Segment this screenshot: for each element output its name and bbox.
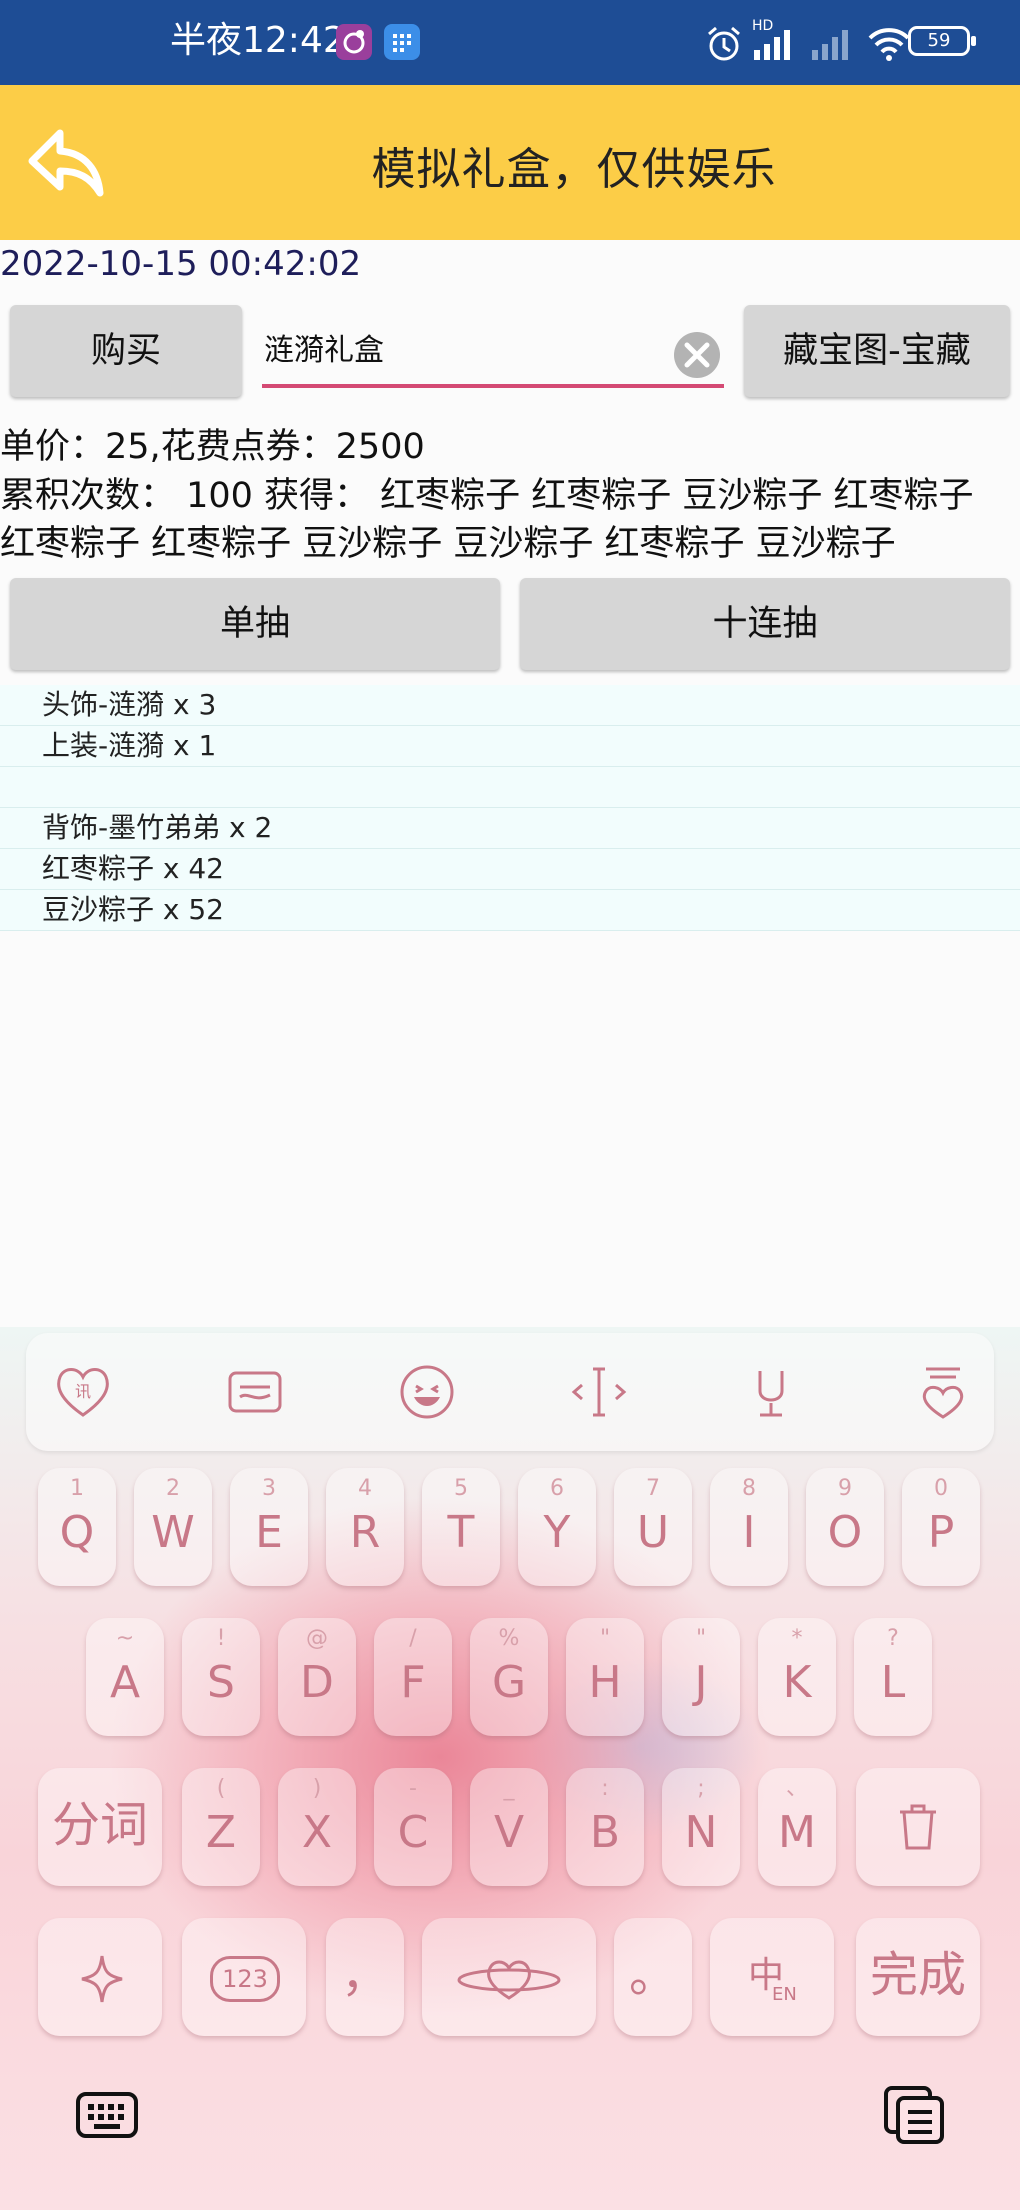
key-z[interactable]: (Z xyxy=(182,1768,260,1886)
key-l[interactable]: ? L xyxy=(854,1618,932,1736)
key-e[interactable]: 3E xyxy=(230,1468,308,1586)
clear-input-icon[interactable] xyxy=(672,330,722,380)
key-x[interactable]: ) X xyxy=(278,1768,356,1886)
treasure-map-button[interactable]: 藏宝图-宝藏 xyxy=(744,305,1010,397)
period-key[interactable]: 。 xyxy=(614,1918,692,2036)
key-y[interactable]: 6Y xyxy=(518,1468,596,1586)
cursor-move-icon[interactable] xyxy=(566,1359,632,1425)
alarm-icon xyxy=(708,26,740,61)
key-j[interactable]: " J xyxy=(662,1618,740,1736)
key-t[interactable]: 5T xyxy=(422,1468,500,1586)
app-notification-icon xyxy=(336,24,372,60)
list-item[interactable]: 背饰-墨竹弟弟 x 2 xyxy=(0,808,1020,849)
title-bar: 模拟礼盒，仅供娱乐 xyxy=(0,85,1020,240)
calendar-app-icon xyxy=(384,24,420,60)
heart-planet-icon xyxy=(457,1960,561,2000)
theme-icon[interactable] xyxy=(910,1359,976,1425)
svg-text:讯: 讯 xyxy=(75,1382,91,1401)
single-draw-button[interactable]: 单抽 xyxy=(10,578,500,670)
input-underline xyxy=(262,384,724,388)
key-i[interactable]: 8I xyxy=(710,1468,788,1586)
language-switch-key[interactable]: 中 EN xyxy=(710,1918,834,2036)
ten-draw-button[interactable]: 十连抽 xyxy=(520,578,1010,670)
space-key[interactable] xyxy=(422,1918,596,2036)
signal-2-icon xyxy=(812,30,848,60)
wifi-icon xyxy=(868,28,910,61)
key-u[interactable]: 7U xyxy=(614,1468,692,1586)
list-item[interactable] xyxy=(0,767,1020,808)
key-s[interactable]: ! S xyxy=(182,1618,260,1736)
key-p[interactable]: 0P xyxy=(902,1468,980,1586)
language-en-label: EN xyxy=(772,1984,797,2005)
battery-indicator: 59 xyxy=(908,26,976,56)
key-q[interactable]: 1Q xyxy=(38,1468,116,1586)
key-w[interactable]: 2W xyxy=(134,1468,212,1586)
emoji-icon[interactable] xyxy=(394,1359,460,1425)
sparkle-key[interactable] xyxy=(38,1918,162,2036)
key-d[interactable]: @ D xyxy=(278,1618,356,1736)
gain-info-line-1: 累积次数： 100 获得： 红枣粽子 红枣粽子 豆沙粽子 红枣粽子 xyxy=(0,476,974,516)
current-datetime: 2022-10-15 00:42:02 xyxy=(0,244,362,284)
delete-key[interactable] xyxy=(856,1768,980,1886)
heart-logo-icon[interactable]: 讯 xyxy=(50,1359,116,1425)
price-info: 单价：25,花费点券：2500 xyxy=(0,427,425,467)
list-item[interactable]: 上装-涟漪 x 1 xyxy=(0,726,1020,767)
segment-key[interactable]: 分词 xyxy=(38,1768,162,1886)
list-item[interactable]: 头饰-涟漪 x 3 xyxy=(0,685,1020,726)
key-c[interactable]: -C xyxy=(374,1768,452,1886)
comma-key[interactable]: ， xyxy=(326,1918,404,2036)
page-title: 模拟礼盒，仅供娱乐 xyxy=(371,144,777,195)
key-n[interactable]: ; N xyxy=(662,1768,740,1886)
key-h[interactable]: " H xyxy=(566,1618,644,1736)
key-m[interactable]: 、 M xyxy=(758,1768,836,1886)
key-g[interactable]: % G xyxy=(470,1618,548,1736)
keyboard-toolbar: 讯 xyxy=(26,1333,994,1451)
gain-info-line-2: 红枣粽子 红枣粽子 豆沙粽子 豆沙粽子 红枣粽子 豆沙粽子 xyxy=(0,524,896,564)
list-item[interactable]: 豆沙粽子 x 52 xyxy=(0,890,1020,931)
sparkle-icon xyxy=(81,1955,123,2003)
number-key[interactable]: 123 xyxy=(182,1918,306,2036)
key-f[interactable]: / F xyxy=(374,1618,452,1736)
signal-icon xyxy=(754,30,790,60)
key-k[interactable]: * K xyxy=(758,1618,836,1736)
soft-keyboard: 讯 1Q 2W 3E 4R 5T 6Y 7U 8I 9O 0P ~ A ! S @ D… xyxy=(0,1327,1020,2210)
delete-icon xyxy=(900,1804,936,1850)
done-key[interactable]: 完成 xyxy=(856,1918,980,2036)
key-r[interactable]: 4R xyxy=(326,1468,404,1586)
key-a[interactable]: ~ A xyxy=(86,1618,164,1736)
key-v[interactable]: _ V xyxy=(470,1768,548,1886)
status-time: 半夜12:42 xyxy=(170,20,346,61)
microphone-icon[interactable] xyxy=(738,1359,804,1425)
number-key-label: 123 xyxy=(210,1956,280,2002)
clipboard-list-icon[interactable] xyxy=(882,2082,948,2148)
result-list: 头饰-涟漪 x 3 上装-涟漪 x 1 背饰-墨竹弟弟 x 2 红枣粽子 x 4… xyxy=(0,685,1020,931)
gift-box-input[interactable]: 涟漪礼盒 xyxy=(264,325,704,377)
list-item[interactable]: 红枣粽子 x 42 xyxy=(0,849,1020,890)
keyboard-icon[interactable] xyxy=(74,2082,140,2148)
key-o[interactable]: 9O xyxy=(806,1468,884,1586)
clipboard-icon[interactable] xyxy=(222,1359,288,1425)
buy-button[interactable]: 购买 xyxy=(10,305,242,397)
status-bar: 半夜12:42 HD 59 xyxy=(0,0,1020,85)
key-b[interactable]: :B xyxy=(566,1768,644,1886)
